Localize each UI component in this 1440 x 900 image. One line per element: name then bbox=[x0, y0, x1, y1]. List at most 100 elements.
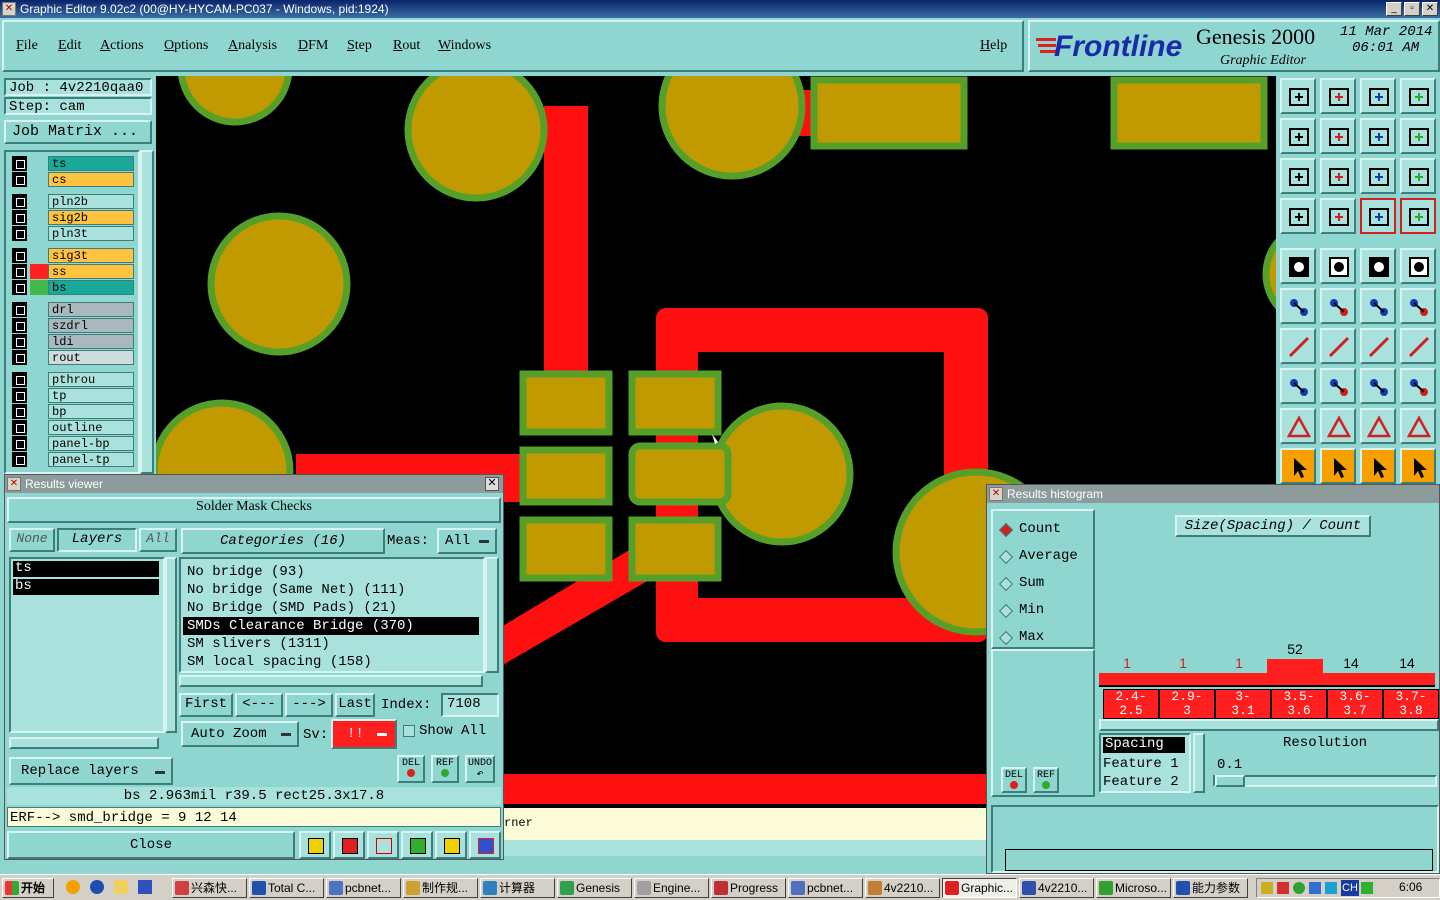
layer-color-tag[interactable] bbox=[30, 156, 48, 171]
histogram-bar[interactable] bbox=[1099, 673, 1155, 685]
tool-fit-right-button[interactable] bbox=[1320, 118, 1356, 154]
menu-step[interactable]: Step bbox=[347, 38, 372, 54]
tray-icon[interactable] bbox=[1277, 882, 1289, 894]
histogram-bar[interactable] bbox=[1267, 659, 1323, 685]
taskbar-item[interactable]: 4v2210... bbox=[865, 878, 940, 898]
category-item[interactable]: No bridge (Same Net) (111) bbox=[183, 581, 479, 599]
tool-slash-button[interactable] bbox=[1320, 328, 1356, 364]
replace-layers-select[interactable]: Replace layers bbox=[9, 757, 173, 785]
layer-row-bp[interactable]: bp bbox=[12, 404, 134, 419]
layer-color-tag[interactable] bbox=[30, 318, 48, 333]
viewer-tool-button[interactable] bbox=[367, 831, 399, 859]
layer-checkbox[interactable] bbox=[12, 280, 27, 295]
tool-line-point-button[interactable] bbox=[1360, 288, 1396, 324]
mode-option-average[interactable]: Average bbox=[998, 548, 1089, 568]
tool-pointer-button[interactable] bbox=[1280, 448, 1316, 484]
tool-arc-button[interactable] bbox=[1360, 328, 1396, 364]
result-layer-item[interactable]: ts bbox=[13, 561, 159, 577]
layer-color-tag[interactable] bbox=[30, 280, 48, 295]
category-item[interactable]: SM local spacing (158) bbox=[183, 653, 479, 671]
severity-select[interactable]: !! bbox=[331, 719, 397, 749]
category-item[interactable]: SMDs Clearance Bridge (370) bbox=[183, 617, 479, 635]
menu-options[interactable]: Options bbox=[164, 38, 208, 54]
quick-launch-icon[interactable] bbox=[66, 880, 80, 894]
layer-row-pln3t[interactable]: pln3t bbox=[12, 226, 134, 241]
layer-color-tag[interactable] bbox=[30, 334, 48, 349]
undo-button[interactable]: UNDO ↶ bbox=[465, 755, 495, 783]
taskbar-item[interactable]: pcbnet... bbox=[788, 878, 863, 898]
histogram-del-button[interactable]: DEL bbox=[1001, 767, 1027, 793]
tray-icon[interactable] bbox=[1309, 882, 1321, 894]
result-layer-list[interactable]: ts bs bbox=[9, 557, 165, 733]
quick-launch-icon[interactable] bbox=[138, 880, 152, 894]
layer-row-ss[interactable]: ss bbox=[12, 264, 134, 279]
layer-color-tag[interactable] bbox=[30, 452, 48, 467]
layer-name[interactable]: ts bbox=[48, 156, 134, 171]
taskbar-item[interactable]: Total C... bbox=[249, 878, 324, 898]
viewer-tool-button[interactable] bbox=[469, 831, 501, 859]
tool-home-button[interactable] bbox=[1360, 78, 1396, 114]
layer-color-tag[interactable] bbox=[30, 248, 48, 263]
layer-checkbox[interactable] bbox=[12, 156, 27, 171]
taskbar-item[interactable]: 计算器 bbox=[480, 878, 555, 898]
menu-file[interactable]: File bbox=[16, 38, 38, 54]
index-input[interactable]: 7108 bbox=[441, 693, 499, 717]
category-v-scrollbar[interactable] bbox=[485, 557, 499, 673]
layer-name[interactable]: panel-tp bbox=[48, 452, 134, 467]
taskbar-item[interactable]: Progress bbox=[711, 878, 786, 898]
histogram-bin-label[interactable]: 2.9- 3 bbox=[1159, 689, 1215, 719]
language-indicator[interactable]: CH bbox=[1341, 880, 1359, 896]
histogram-bin-label[interactable]: 3.5- 3.6 bbox=[1271, 689, 1327, 719]
tool-snap-a-button[interactable] bbox=[1360, 198, 1396, 234]
layer-name[interactable]: ldi bbox=[48, 334, 134, 349]
layer-row-pthrou[interactable]: pthrou bbox=[12, 372, 134, 387]
layer-list-scrollbar[interactable] bbox=[140, 150, 154, 474]
taskbar-item[interactable]: Microso... bbox=[1096, 878, 1171, 898]
layer-color-tag[interactable] bbox=[30, 436, 48, 451]
tool-fit-left-button[interactable] bbox=[1280, 118, 1316, 154]
tool-snap-b-button[interactable] bbox=[1400, 198, 1436, 234]
histogram-field-list[interactable]: Spacing Feature 1 Feature 2 bbox=[1099, 733, 1191, 793]
viewer-tool-button[interactable] bbox=[299, 831, 331, 859]
layer-checkbox[interactable] bbox=[12, 248, 27, 263]
layer-list-h-scrollbar[interactable] bbox=[9, 737, 159, 749]
layer-checkbox[interactable] bbox=[12, 302, 27, 317]
radio-diamond-icon[interactable] bbox=[998, 630, 1014, 646]
layer-checkbox[interactable] bbox=[12, 372, 27, 387]
tool-angle-button[interactable] bbox=[1280, 328, 1316, 364]
menu-edit[interactable]: Edit bbox=[58, 38, 81, 54]
category-item[interactable]: No bridge (93) bbox=[183, 563, 479, 581]
tool-fill-button[interactable] bbox=[1280, 248, 1316, 284]
layer-name[interactable]: sig3t bbox=[48, 248, 134, 263]
mode-option-max[interactable]: Max bbox=[998, 629, 1089, 649]
layer-color-tag[interactable] bbox=[30, 264, 48, 279]
layer-name[interactable]: drl bbox=[48, 302, 134, 317]
layer-row-ldi[interactable]: ldi bbox=[12, 334, 134, 349]
tool-split-button[interactable] bbox=[1400, 328, 1436, 364]
tray-icon[interactable] bbox=[1325, 882, 1337, 894]
close-button[interactable]: Close bbox=[7, 831, 295, 859]
histogram-title-bar[interactable]: ✕ Results histogram bbox=[987, 485, 1439, 503]
taskbar-item[interactable]: Graphic... bbox=[942, 878, 1017, 898]
layer-row-drl[interactable]: drl bbox=[12, 302, 134, 317]
menu-rout[interactable]: Rout bbox=[393, 38, 420, 54]
layer-checkbox[interactable] bbox=[12, 334, 27, 349]
layer-checkbox[interactable] bbox=[12, 350, 27, 365]
layer-checkbox[interactable] bbox=[12, 436, 27, 451]
tool-flip-button[interactable] bbox=[1400, 118, 1436, 154]
taskbar-item[interactable]: Genesis bbox=[557, 878, 632, 898]
taskbar-item[interactable]: 兴森快... bbox=[172, 878, 247, 898]
tool-layer-up-button[interactable] bbox=[1280, 78, 1316, 114]
layer-checkbox[interactable] bbox=[12, 226, 27, 241]
tool-tri-b-button[interactable] bbox=[1320, 408, 1356, 444]
layer-checkbox[interactable] bbox=[12, 264, 27, 279]
viewer-tool-button[interactable] bbox=[401, 831, 433, 859]
tool-point-move-button[interactable] bbox=[1280, 368, 1316, 404]
taskbar-item[interactable]: Engine... bbox=[634, 878, 709, 898]
first-button[interactable]: First bbox=[179, 693, 233, 717]
tray-icon[interactable] bbox=[1293, 882, 1305, 894]
histogram-h-scrollbar[interactable] bbox=[1099, 719, 1439, 731]
layer-name[interactable]: pln3t bbox=[48, 226, 134, 241]
tool-tri-c-button[interactable] bbox=[1360, 408, 1396, 444]
histogram-bar[interactable] bbox=[1323, 673, 1379, 685]
